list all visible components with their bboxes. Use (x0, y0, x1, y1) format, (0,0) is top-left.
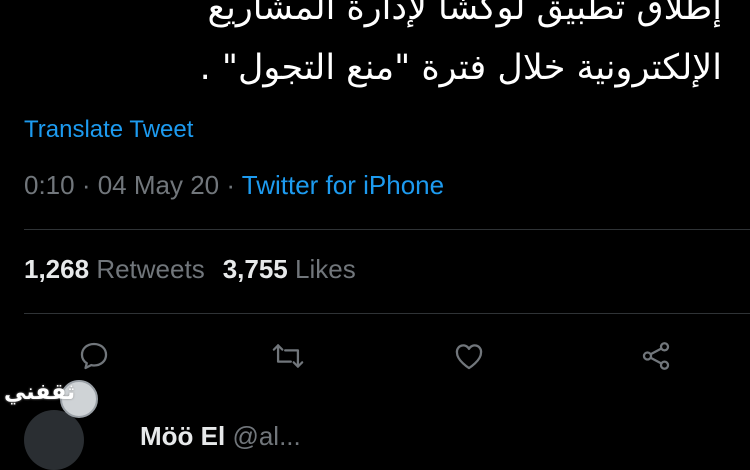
tweet-actions (0, 336, 750, 376)
tweet-text-line-2: الإلكترونية خلال فترة "منع التجول" . (199, 48, 722, 88)
tweet-meta: 0:10 · 04 May 20 · Twitter for iPhone (24, 170, 444, 201)
retweets-stat[interactable]: 1,268 Retweets (24, 254, 205, 284)
likes-count: 3,755 (222, 254, 288, 284)
like-button[interactable] (449, 336, 489, 376)
share-icon (642, 342, 670, 370)
share-button[interactable] (636, 336, 676, 376)
tweet-date: 04 May 20 (97, 170, 220, 200)
retweet-icon (272, 344, 304, 368)
retweet-button[interactable] (268, 336, 308, 376)
tweet-text-line-1: إطلاق تطبيق لوكشا لإدارة المشاريع (207, 0, 722, 28)
watermark-text: ثقفني (4, 380, 76, 405)
reply-author-avatar[interactable] (24, 410, 84, 470)
likes-stat[interactable]: 3,755 Likes (223, 254, 356, 284)
reply-button[interactable] (74, 336, 114, 376)
likes-label: Likes (295, 254, 356, 284)
reply-author-handle: @al... (232, 421, 301, 451)
meta-separator: · (74, 170, 98, 200)
reply-icon (80, 342, 108, 370)
translate-tweet-link[interactable]: Translate Tweet (24, 116, 193, 144)
tweet-stats: 1,268 Retweets 3,755 Likes (24, 254, 356, 285)
tweet-time: 0:10 (24, 170, 75, 200)
divider (24, 313, 750, 314)
divider (24, 229, 750, 230)
reply-author-name: Möö El (140, 421, 226, 451)
tweet-source-link[interactable]: Twitter for iPhone (242, 170, 444, 200)
reply-author[interactable]: Möö El @al... (140, 421, 301, 452)
retweets-count: 1,268 (24, 254, 90, 284)
retweets-label: Retweets (96, 254, 205, 284)
tweet-text: إطلاق تطبيق لوكشا لإدارة المشاريع الإلكت… (22, 0, 722, 98)
heart-icon (455, 344, 483, 370)
meta-separator: · (219, 170, 242, 200)
